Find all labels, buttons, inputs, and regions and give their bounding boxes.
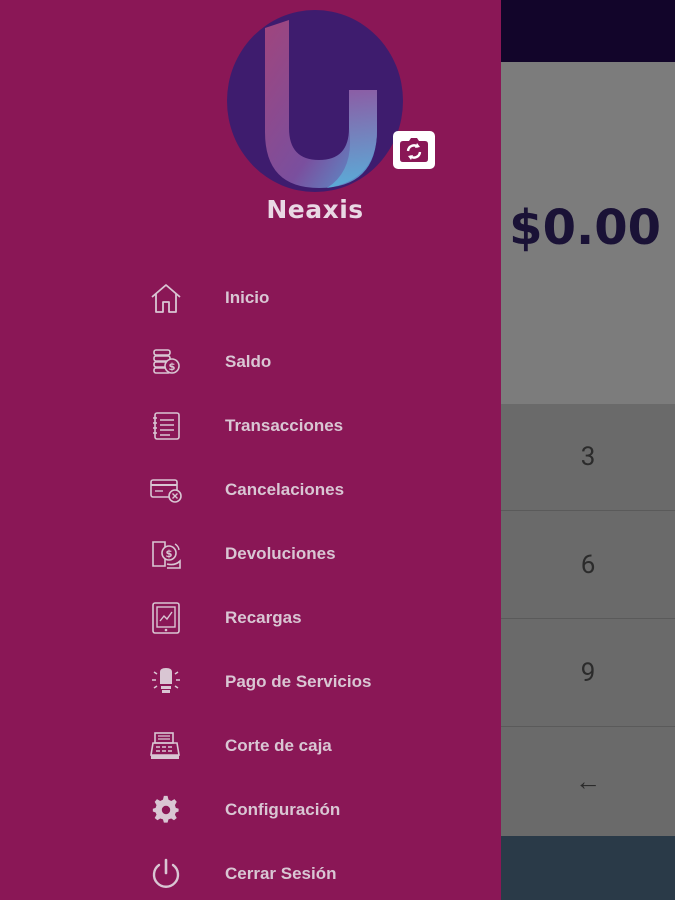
menu-item-inicio[interactable]: Inicio [140, 269, 480, 327]
menu-item-label: Cancelaciones [225, 480, 345, 499]
card-cancel-icon [140, 470, 192, 510]
lightbulb-icon [140, 662, 192, 702]
menu-item-saldo[interactable]: $ Saldo [140, 333, 480, 391]
menu-item-label: Devoluciones [225, 544, 336, 563]
svg-text:$: $ [166, 549, 173, 560]
power-icon [140, 854, 192, 894]
menu-item-label: Saldo [225, 352, 272, 371]
navigation-drawer: Neaxis Inicio $ Saldo Transacciones Canc… [0, 0, 501, 900]
neaxis-logo-icon [265, 20, 377, 188]
change-photo-button[interactable] [393, 131, 435, 169]
menu-item-pago-de-servicios[interactable]: Pago de Servicios [140, 653, 480, 711]
list-icon [140, 406, 192, 446]
refund-icon: $ [140, 534, 192, 574]
cash-register-icon [140, 726, 192, 766]
menu-item-label: Cerrar Sesión [225, 864, 337, 883]
home-icon [140, 278, 192, 318]
menu-item-cancelaciones[interactable]: Cancelaciones [140, 461, 480, 519]
menu-item-configuracion[interactable]: Configuración [140, 781, 480, 839]
menu-item-label: Transacciones [225, 416, 344, 435]
keypad-key-3[interactable]: 3 [501, 404, 675, 511]
menu-item-corte-de-caja[interactable]: Corte de caja [140, 717, 480, 775]
brand-name: Neaxis [266, 195, 364, 224]
gear-icon [140, 790, 192, 830]
menu-item-cerrar-sesion[interactable]: Cerrar Sesión [140, 845, 480, 900]
amount-display: $0.00 [509, 200, 661, 256]
keypad-key-6[interactable]: 6 [501, 512, 675, 619]
menu-item-label: Corte de caja [225, 736, 332, 755]
svg-text:$: $ [169, 362, 176, 373]
menu-item-label: Pago de Servicios [225, 672, 372, 691]
keypad-key-9[interactable]: 9 [501, 620, 675, 727]
keypad-backspace-key[interactable]: ← [501, 728, 675, 835]
camera-switch-icon [400, 138, 428, 162]
menu-item-devoluciones[interactable]: $ Devoluciones [140, 525, 480, 583]
coins-icon: $ [140, 342, 192, 382]
brand-logo-avatar[interactable] [227, 10, 403, 192]
phone-recharge-icon [140, 598, 192, 638]
menu-item-recargas[interactable]: Recargas [140, 589, 480, 647]
menu-item-transacciones[interactable]: Transacciones [140, 397, 480, 455]
menu-item-label: Configuración [225, 800, 341, 819]
menu-item-label: Recargas [225, 608, 302, 627]
menu-item-label: Inicio [225, 288, 270, 307]
